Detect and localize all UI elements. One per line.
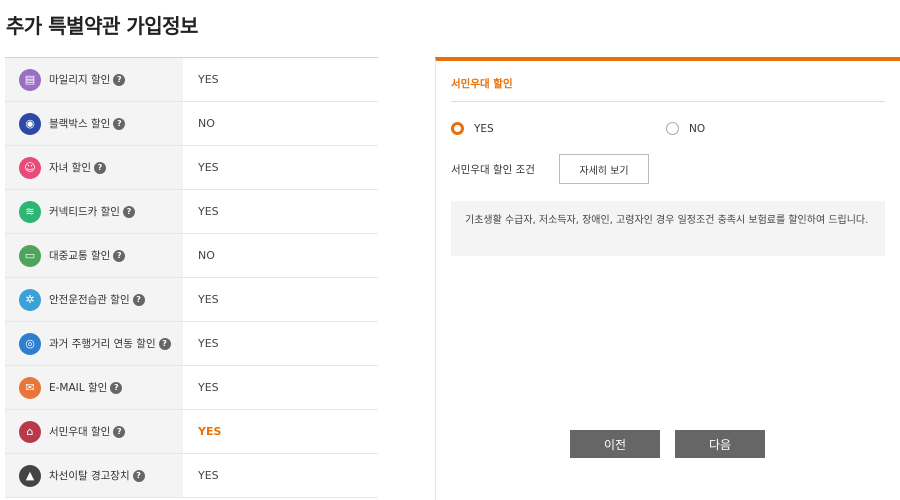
- option-value: YES: [198, 337, 219, 350]
- radio-yes-indicator[interactable]: [451, 122, 464, 135]
- option-label: 과거 주행거리 연동 할인: [49, 338, 156, 350]
- page-title: 추가 특별약관 가입정보: [6, 14, 198, 38]
- help-icon[interactable]: ?: [93, 161, 106, 174]
- info-box: 기초생활 수급자, 저소득자, 장애인, 고령자인 경우 일정조건 충족시 보험…: [451, 201, 885, 256]
- help-icon[interactable]: ?: [113, 73, 126, 86]
- option-row[interactable]: ✉ E-MAIL 할인? YES: [5, 366, 378, 410]
- radio-yes[interactable]: YES: [451, 122, 494, 135]
- option-value: YES: [198, 293, 219, 306]
- option-row[interactable]: ▲ 차선이탈 경고장치? YES: [5, 454, 378, 498]
- option-value: YES: [198, 161, 219, 174]
- option-value: NO: [198, 117, 215, 130]
- help-icon[interactable]: ?: [113, 249, 126, 262]
- option-row[interactable]: ◎ 과거 주행거리 연동 할인? YES: [5, 322, 378, 366]
- help-icon[interactable]: ?: [113, 117, 126, 130]
- option-label-cell: ◎ 과거 주행거리 연동 할인?: [5, 322, 183, 365]
- option-label-cell: ≋ 커넥티드카 할인?: [5, 190, 183, 233]
- option-label-cell: ◉ 블랙박스 할인?: [5, 102, 183, 145]
- option-label: 커넥티드카 할인: [49, 206, 120, 218]
- radio-no-indicator[interactable]: [666, 122, 679, 135]
- option-label-cell: ⌂ 서민우대 할인?: [5, 410, 183, 453]
- shop-icon: ⌂: [19, 420, 41, 443]
- steering-wheel-icon: ✲: [19, 288, 41, 311]
- prev-button[interactable]: 이전: [570, 430, 660, 458]
- condition-label: 서민우대 할인 조건: [451, 164, 535, 176]
- option-label: 대중교통 할인: [49, 250, 111, 262]
- radio-no-label: NO: [689, 122, 706, 135]
- option-value: YES: [198, 205, 219, 218]
- option-row[interactable]: ≋ 커넥티드카 할인? YES: [5, 190, 378, 234]
- option-row[interactable]: ☺ 자녀 할인? YES: [5, 146, 378, 190]
- option-label-cell: ✲ 안전운전습관 할인?: [5, 278, 183, 321]
- option-value: YES: [198, 381, 219, 394]
- option-row[interactable]: ▤ 마일리지 할인? YES: [5, 58, 378, 102]
- child-icon: ☺: [19, 156, 41, 179]
- odometer-icon: ◎: [19, 332, 41, 355]
- option-label: 마일리지 할인: [49, 74, 111, 86]
- blackbox-icon: ◉: [19, 112, 41, 135]
- radio-no[interactable]: NO: [666, 122, 705, 135]
- help-icon[interactable]: ?: [132, 469, 145, 482]
- bus-icon: ▭: [19, 244, 41, 267]
- option-row[interactable]: ◉ 블랙박스 할인? NO: [5, 102, 378, 146]
- detail-divider: [451, 101, 885, 102]
- option-label: 자녀 할인: [49, 162, 91, 174]
- discount-options-list: ▤ 마일리지 할인? YES ◉ 블랙박스 할인? NO ☺ 자녀 할인? YES ≋ 커넥티드카 …: [5, 57, 378, 498]
- help-icon[interactable]: ?: [158, 337, 171, 350]
- mileage-icon: ▤: [19, 68, 41, 91]
- help-icon[interactable]: ?: [132, 293, 145, 306]
- radio-yes-label: YES: [474, 122, 494, 135]
- next-button[interactable]: 다음: [675, 430, 765, 458]
- help-icon[interactable]: ?: [110, 381, 123, 394]
- option-label-cell: ▤ 마일리지 할인?: [5, 58, 183, 101]
- option-label-cell: ✉ E-MAIL 할인?: [5, 366, 183, 409]
- option-row[interactable]: ✲ 안전운전습관 할인? YES: [5, 278, 378, 322]
- option-label: E-MAIL 할인: [49, 382, 108, 394]
- option-row[interactable]: ⌂ 서민우대 할인? YES: [5, 410, 378, 454]
- option-label: 블랙박스 할인: [49, 118, 111, 130]
- lane-departure-icon: ▲: [19, 464, 41, 487]
- option-label-cell: ▲ 차선이탈 경고장치?: [5, 454, 183, 497]
- option-label: 안전운전습관 할인: [49, 294, 130, 306]
- option-label-cell: ☺ 자녀 할인?: [5, 146, 183, 189]
- view-details-button[interactable]: 자세히 보기: [559, 154, 649, 184]
- option-value: YES: [198, 425, 222, 438]
- option-value: YES: [198, 469, 219, 482]
- option-label: 서민우대 할인: [49, 426, 111, 438]
- help-icon[interactable]: ?: [113, 425, 126, 438]
- option-label-cell: ▭ 대중교통 할인?: [5, 234, 183, 277]
- option-value: NO: [198, 249, 215, 262]
- option-value: YES: [198, 73, 219, 86]
- option-label: 차선이탈 경고장치: [49, 470, 130, 482]
- connected-car-icon: ≋: [19, 200, 41, 223]
- detail-title: 서민우대 할인: [451, 78, 513, 90]
- detail-panel: 서민우대 할인 YES NO 서민우대 할인 조건 자세히 보기 기초생활 수급…: [435, 57, 900, 500]
- option-row[interactable]: ▭ 대중교통 할인? NO: [5, 234, 378, 278]
- email-icon: ✉: [19, 376, 41, 399]
- help-icon[interactable]: ?: [122, 205, 135, 218]
